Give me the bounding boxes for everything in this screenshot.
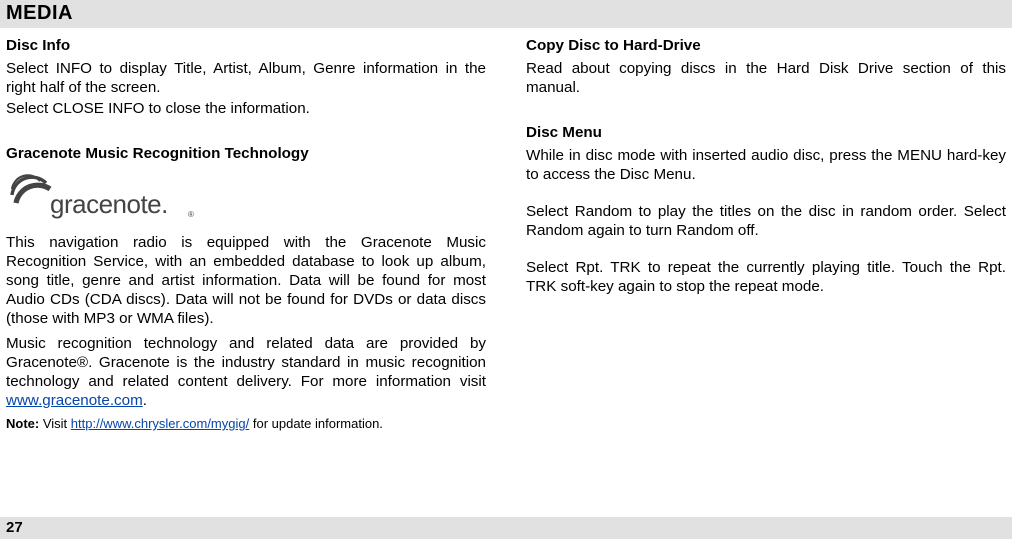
svg-text:®: ® bbox=[188, 210, 194, 219]
gracenote-p1: This navigation radio is equipped with t… bbox=[6, 233, 486, 328]
content-columns: Disc Info Select INFO to display Title, … bbox=[0, 28, 1012, 432]
gracenote-logo: gracenote. ® bbox=[6, 169, 486, 225]
note-b: for update information. bbox=[249, 416, 383, 431]
gracenote-heading: Gracenote Music Recognition Technology bbox=[6, 144, 486, 163]
gracenote-p2b: . bbox=[143, 392, 147, 409]
right-column: Copy Disc to Hard-Drive Read about copyi… bbox=[526, 34, 1006, 432]
disc-menu-heading: Disc Menu bbox=[526, 123, 1006, 142]
gracenote-p2a: Music recognition technology and related… bbox=[6, 335, 486, 390]
disc-menu-p2: Select Random to play the titles on the … bbox=[526, 202, 1006, 240]
left-column: Disc Info Select INFO to display Title, … bbox=[6, 34, 486, 432]
note-a: Visit bbox=[39, 416, 71, 431]
disc-info-p2: Select CLOSE INFO to close the informati… bbox=[6, 99, 486, 118]
copy-heading: Copy Disc to Hard-Drive bbox=[526, 36, 1006, 55]
gracenote-logo-text: gracenote bbox=[50, 189, 161, 219]
page-number: 27 bbox=[6, 519, 23, 536]
disc-menu-p3: Select Rpt. TRK to repeat the currently … bbox=[526, 258, 1006, 296]
chrysler-link[interactable]: http://www.chrysler.com/mygig/ bbox=[71, 416, 249, 431]
disc-info-p1: Select INFO to display Title, Artist, Al… bbox=[6, 59, 486, 97]
page-title: MEDIA bbox=[6, 2, 73, 24]
header-bar: MEDIA bbox=[0, 0, 1012, 28]
gracenote-logo-dot: . bbox=[161, 189, 168, 219]
gracenote-p2: Music recognition technology and related… bbox=[6, 334, 486, 410]
copy-p1: Read about copying discs in the Hard Dis… bbox=[526, 59, 1006, 97]
disc-menu-p1: While in disc mode with inserted audio d… bbox=[526, 146, 1006, 184]
disc-info-heading: Disc Info bbox=[6, 36, 486, 55]
svg-text:gracenote.: gracenote. bbox=[50, 189, 168, 219]
note-prefix: Note: bbox=[6, 416, 39, 431]
footer-bar: 27 bbox=[0, 517, 1012, 539]
gracenote-note: Note: Visit http://www.chrysler.com/mygi… bbox=[6, 416, 486, 432]
gracenote-logo-icon: gracenote. ® bbox=[6, 169, 206, 225]
gracenote-link[interactable]: www.gracenote.com bbox=[6, 392, 143, 409]
